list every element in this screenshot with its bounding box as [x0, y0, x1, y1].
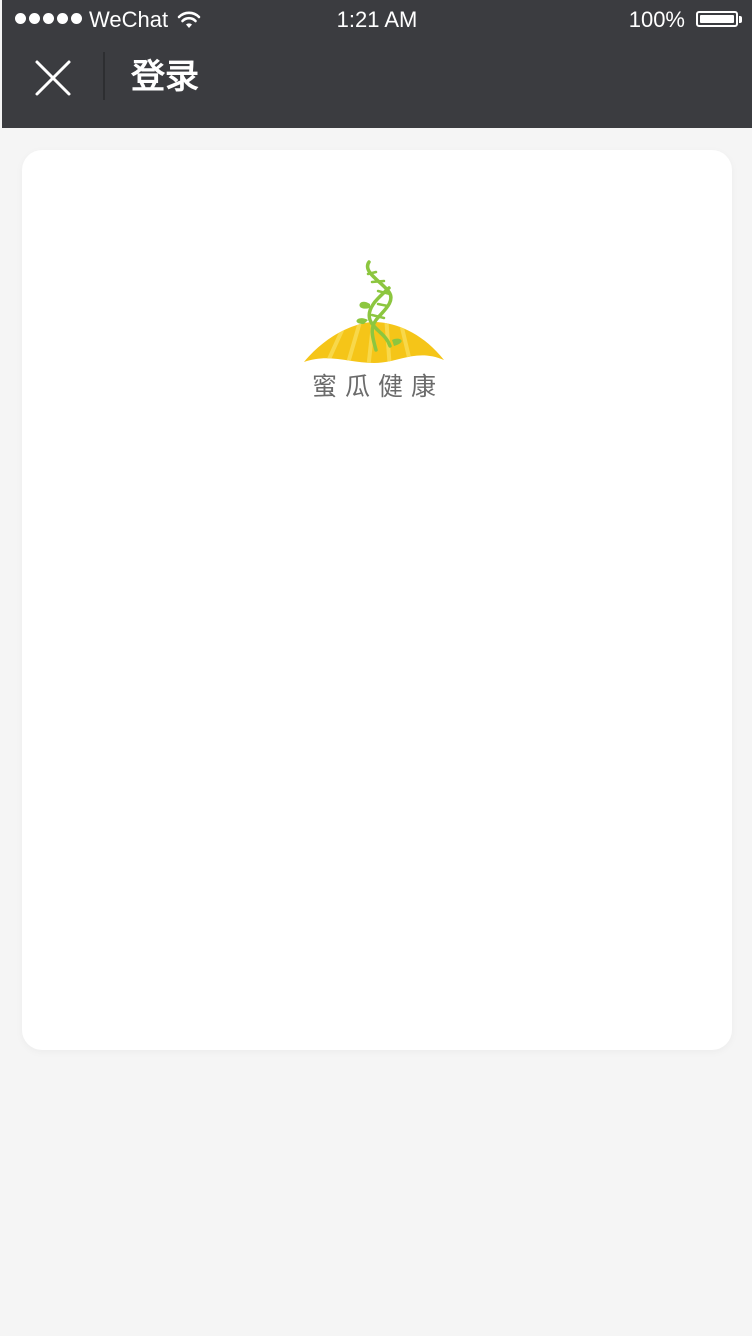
login-card: 蜜瓜健康	[22, 150, 732, 1050]
nav-divider	[103, 52, 105, 100]
logo-text: 蜜瓜健康	[312, 372, 445, 401]
battery-percent: 100%	[628, 7, 685, 32]
close-icon	[35, 60, 71, 96]
close-button[interactable]	[30, 55, 76, 101]
battery-icon	[696, 11, 738, 27]
melon-dna-logo	[304, 260, 444, 363]
nav-bar: 登录	[2, 40, 752, 128]
app-logo: 蜜瓜健康	[304, 260, 444, 401]
battery-tip	[739, 16, 742, 23]
status-bar: WeChat 1:21 AM 100%	[2, 0, 752, 40]
page-title: 登录	[131, 58, 199, 96]
